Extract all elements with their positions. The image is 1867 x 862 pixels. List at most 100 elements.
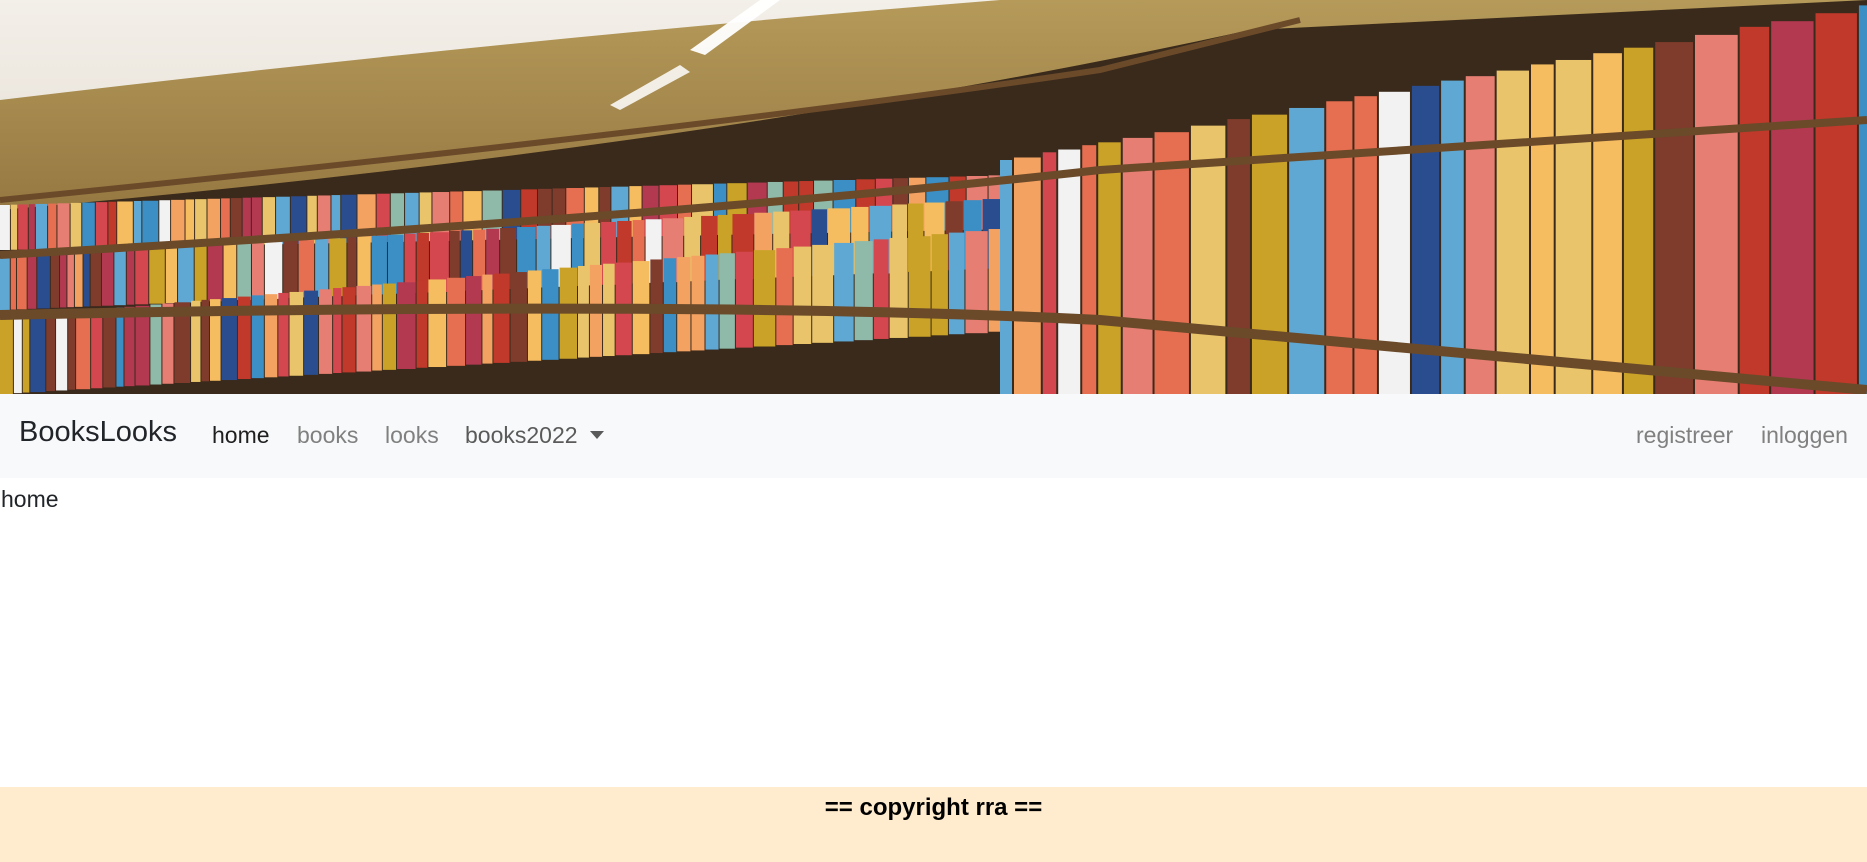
nav-link-home[interactable]: home <box>212 424 270 447</box>
nav-link-inloggen[interactable]: inloggen <box>1761 424 1848 447</box>
book-spine <box>527 270 542 361</box>
book-spine <box>124 306 135 387</box>
book-spine <box>396 282 416 369</box>
book-spine <box>22 315 30 393</box>
book-spine <box>873 239 889 339</box>
book-spine <box>117 201 133 248</box>
book-spine <box>289 291 304 376</box>
book-spine <box>1289 107 1325 394</box>
book-spine <box>10 257 16 310</box>
book-spine <box>28 204 35 250</box>
bookshelf-illustration <box>0 0 1867 394</box>
book-spine <box>0 258 10 310</box>
book-spine <box>931 234 948 336</box>
book-spine <box>753 250 776 347</box>
book-spine <box>178 247 194 303</box>
book-spine <box>1042 152 1057 394</box>
book-spine <box>207 245 223 302</box>
book-spine <box>1771 21 1814 394</box>
brand-logo-link[interactable]: BooksLooks <box>19 418 177 447</box>
book-spine <box>67 253 74 308</box>
book-spine <box>1496 70 1529 394</box>
book-spine <box>74 253 83 307</box>
book-spine <box>48 203 57 249</box>
nav-link-registreer[interactable]: registreer <box>1636 424 1733 447</box>
book-spine <box>237 243 251 301</box>
book-spine <box>466 276 482 365</box>
book-spine <box>735 251 753 348</box>
book-spine <box>101 251 114 306</box>
book-spine <box>1655 42 1693 394</box>
copyright-text: == copyright rra == <box>824 794 1043 821</box>
book-spine <box>18 204 28 250</box>
book-spine <box>90 252 101 307</box>
book-spine <box>27 256 37 309</box>
book-spine <box>542 269 559 360</box>
book-spine <box>171 199 185 247</box>
book-spine <box>165 248 178 304</box>
book-spine <box>264 242 283 299</box>
book-spine <box>347 237 357 296</box>
book-spine <box>35 203 48 250</box>
nav-dropdown-books2022[interactable]: books2022 <box>465 424 604 447</box>
book-spine <box>372 284 382 371</box>
book-spine <box>37 255 50 309</box>
book-spine <box>304 290 319 375</box>
book-spine <box>1058 149 1081 394</box>
book-spine <box>889 237 908 338</box>
book-spine <box>1623 47 1654 394</box>
nav-link-books[interactable]: books <box>297 424 358 447</box>
book-spine <box>194 246 207 302</box>
book-spine <box>1694 34 1738 394</box>
book-spine <box>834 242 854 342</box>
book-spine <box>114 251 126 306</box>
book-spine <box>315 239 329 297</box>
book-spine <box>1014 157 1041 394</box>
book-spine <box>68 311 76 390</box>
book-spine <box>382 283 396 370</box>
nav-dropdown-label: books2022 <box>465 422 578 448</box>
book-spine <box>116 307 124 387</box>
book-spine <box>1465 76 1495 394</box>
book-spine <box>356 285 372 372</box>
nav-link-looks[interactable]: looks <box>385 424 439 447</box>
book-spine <box>57 203 70 249</box>
book-spine <box>149 249 165 304</box>
book-spine <box>251 242 264 300</box>
book-spine <box>82 202 95 249</box>
book-spine <box>1122 137 1153 394</box>
book-spine <box>135 249 149 305</box>
book-spine <box>159 200 171 247</box>
main-content: home <box>0 478 1867 787</box>
book-spine <box>1154 132 1189 394</box>
book-spine <box>10 204 18 250</box>
book-spine <box>283 241 298 299</box>
book-spine <box>719 253 735 349</box>
book-spine <box>1082 145 1097 394</box>
caret-down-icon <box>589 431 604 439</box>
book-spine <box>854 241 873 341</box>
book-spine <box>30 315 46 393</box>
book-spine <box>428 279 447 368</box>
book-spine <box>0 205 10 250</box>
book-spine <box>908 236 931 337</box>
book-spine <box>1593 53 1622 394</box>
book-spine <box>447 277 466 366</box>
book-spine <box>1858 5 1867 394</box>
book-spine <box>135 305 150 386</box>
book-spine <box>133 200 142 248</box>
book-spine <box>56 312 68 391</box>
book-spine <box>16 256 27 310</box>
book-spine <box>142 200 159 248</box>
book-spine <box>1326 101 1353 394</box>
book-spine <box>493 273 510 363</box>
book-spine <box>76 311 91 390</box>
top-navbar: BooksLooks home books looks books2022 re… <box>0 394 1867 478</box>
book-spine <box>95 202 108 248</box>
book-spine <box>510 272 527 362</box>
footer: == copyright rra == <box>0 787 1867 862</box>
book-spine <box>705 254 719 350</box>
book-spine <box>1555 59 1592 394</box>
book-spine <box>1098 142 1121 394</box>
book-spine <box>46 313 56 392</box>
